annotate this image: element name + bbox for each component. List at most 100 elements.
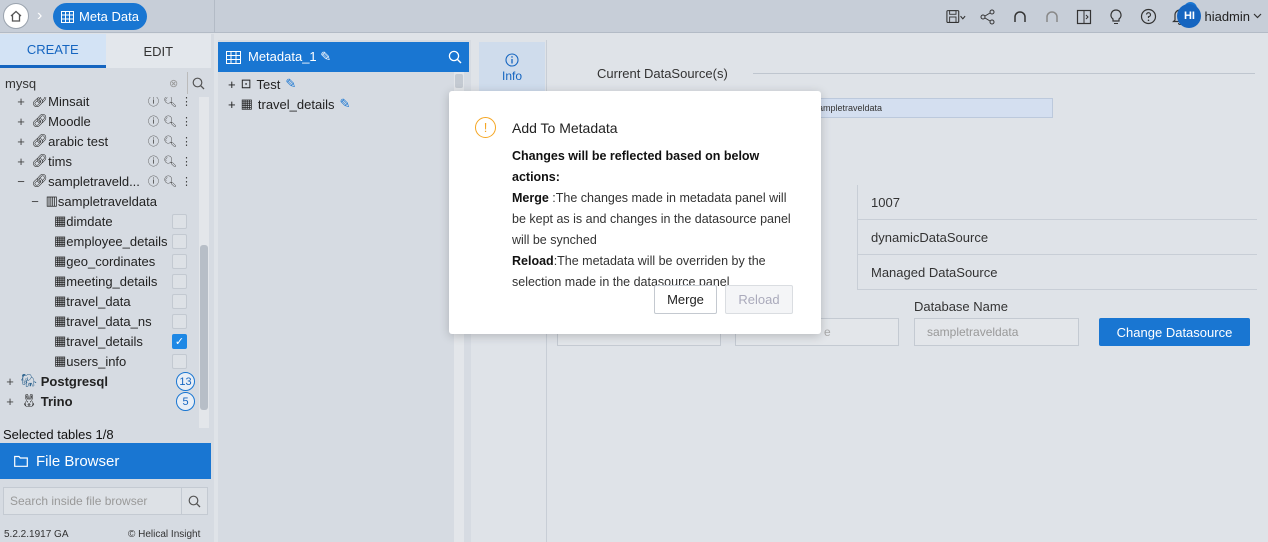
search-icon[interactable]: 🔍︎	[163, 135, 177, 148]
metadata-search-button[interactable]	[441, 50, 469, 64]
metadata-item[interactable]: + ⊡ Test ✎	[228, 74, 296, 94]
edit-icon[interactable]: ✎	[340, 96, 351, 112]
user-menu[interactable]: HI hiadmin	[1177, 4, 1262, 28]
tree-item-driver[interactable]: + 🐘︎ Postgresql	[3, 371, 108, 391]
tree-item-database[interactable]: − ▥ sampletraveldata	[28, 191, 157, 211]
expand-icon[interactable]: +	[228, 97, 236, 112]
table-row[interactable]: ▦ employee_details	[54, 231, 167, 251]
metadata-item[interactable]: + ▦ travel_details ✎	[228, 94, 350, 114]
datasource-search-input[interactable]: mysq	[3, 76, 169, 91]
tree-item-driver[interactable]: + 🐰︎ Trino	[3, 391, 72, 411]
more-icon[interactable]: ⋮	[181, 175, 192, 188]
breadcrumb-current[interactable]: Meta Data	[53, 3, 147, 30]
layout-toggle-button[interactable]	[1074, 7, 1094, 27]
tree-item-connection-expanded[interactable]: − 🔗︎ sampletraveld...	[14, 171, 140, 191]
tree-item-connection[interactable]: + 🔗︎ Minsait	[14, 97, 89, 111]
metadata-header: Metadata_1 ✎	[218, 42, 469, 72]
warning-icon: !	[475, 117, 496, 138]
table-checkbox[interactable]	[172, 294, 187, 309]
merge-text: :The changes made in metadata panel will…	[512, 191, 791, 247]
table-checkbox-checked[interactable]: ✓	[172, 334, 187, 349]
tree-item-label: sampletraveldata	[57, 193, 157, 209]
search-button[interactable]	[187, 72, 209, 94]
info-icon[interactable]: ⓘ	[148, 97, 159, 109]
table-row[interactable]: ▦ travel_data_ns	[54, 311, 152, 331]
merge-button[interactable]: Merge	[654, 285, 717, 314]
expand-icon[interactable]: +	[3, 374, 17, 389]
table-checkbox[interactable]	[172, 214, 187, 229]
save-button[interactable]	[946, 7, 966, 27]
share-button[interactable]	[978, 7, 998, 27]
file-browser-search-input[interactable]: Search inside file browser	[4, 494, 181, 508]
table-checkbox[interactable]	[172, 354, 187, 369]
reload-button[interactable]: Reload	[725, 285, 793, 314]
username: hiadmin	[1204, 8, 1250, 24]
row-actions: ⓘ 🔍︎ ⋮	[148, 131, 192, 151]
search-icon[interactable]: 🔍︎	[163, 115, 177, 128]
table-row[interactable]: ▦ meeting_details	[54, 271, 157, 291]
reload-term: Reload	[512, 254, 554, 268]
tree-item-connection[interactable]: + 🔗︎ arabic test	[14, 131, 108, 151]
file-browser-search: Search inside file browser	[3, 487, 208, 515]
file-browser-search-button[interactable]	[181, 488, 207, 514]
more-icon[interactable]: ⋮	[181, 135, 192, 148]
table-checkbox[interactable]	[172, 274, 187, 289]
expand-icon[interactable]: +	[14, 97, 28, 109]
scrollbar-thumb[interactable]	[455, 74, 463, 88]
expand-icon[interactable]: +	[228, 77, 236, 92]
edit-icon[interactable]: ✎	[285, 76, 296, 92]
search-icon[interactable]: 🔍︎	[163, 175, 177, 188]
info-icon[interactable]: ⓘ	[148, 173, 159, 189]
link-icon: 🔗︎	[31, 173, 49, 188]
help-button[interactable]	[1138, 7, 1158, 27]
edit-name-icon[interactable]: ✎	[320, 49, 331, 64]
table-row[interactable]: ▦ users_info	[54, 351, 126, 371]
scrollbar-thumb[interactable]	[200, 245, 208, 410]
tree-item-label: Postgresql	[40, 373, 108, 389]
collapse-icon[interactable]: −	[28, 194, 42, 209]
table-checkbox[interactable]	[172, 314, 187, 329]
tree-item-connection[interactable]: + 🔗︎ tims	[14, 151, 72, 171]
info-icon[interactable]: ⓘ	[148, 113, 159, 129]
database-icon: ▥	[45, 193, 58, 208]
create-edit-tabs: CREATE EDIT	[0, 34, 211, 68]
file-browser-button[interactable]: File Browser	[0, 443, 211, 479]
more-icon[interactable]: ⋮	[181, 115, 192, 128]
merge-term: Merge	[512, 191, 549, 205]
expand-icon[interactable]: +	[14, 114, 28, 129]
row-actions: ⓘ 🔍︎ ⋮	[148, 151, 192, 171]
info-icon[interactable]: ⓘ	[148, 153, 159, 169]
toolbar-icons: 2	[946, 0, 1197, 33]
tab-info[interactable]: Info	[479, 42, 545, 94]
breadcrumb-separator-icon: ›	[37, 7, 43, 24]
tab-create[interactable]: CREATE	[0, 34, 106, 68]
info-icon[interactable]: ⓘ	[148, 133, 159, 149]
table-row[interactable]: ▦ dimdate	[54, 211, 113, 231]
tree-item-connection[interactable]: + 🔗︎ Moodle	[14, 111, 91, 131]
undo-button[interactable]	[1010, 7, 1030, 27]
table-label: dimdate	[66, 213, 113, 229]
home-button[interactable]	[3, 3, 29, 29]
table-row[interactable]: ▦ travel_details	[54, 331, 143, 351]
more-icon[interactable]: ⋮	[181, 155, 192, 168]
tab-edit[interactable]: EDIT	[105, 34, 211, 68]
table-row[interactable]: ▦ geo_cordinates	[54, 251, 155, 271]
tree-scrollbar[interactable]	[199, 97, 209, 428]
expand-icon[interactable]: +	[3, 394, 17, 409]
change-datasource-button[interactable]: Change Datasource	[1099, 318, 1250, 346]
more-icon[interactable]: ⋮	[181, 97, 192, 108]
tree-item-label: tims	[48, 153, 72, 169]
search-icon[interactable]: 🔍︎	[163, 97, 177, 108]
view-icon: ⊡	[240, 76, 252, 91]
database-name-input[interactable]: sampletraveldata	[914, 318, 1079, 346]
table-checkbox[interactable]	[172, 234, 187, 249]
table-row[interactable]: ▦ travel_data	[54, 291, 131, 311]
search-icon[interactable]: 🔍︎	[163, 155, 177, 168]
table-checkbox[interactable]	[172, 254, 187, 269]
clear-search-icon[interactable]: ⊗	[169, 77, 187, 90]
expand-icon[interactable]: +	[14, 154, 28, 169]
expand-icon[interactable]: +	[14, 134, 28, 149]
redo-button[interactable]	[1042, 7, 1062, 27]
collapse-icon[interactable]: −	[14, 174, 28, 189]
hints-button[interactable]	[1106, 7, 1126, 27]
